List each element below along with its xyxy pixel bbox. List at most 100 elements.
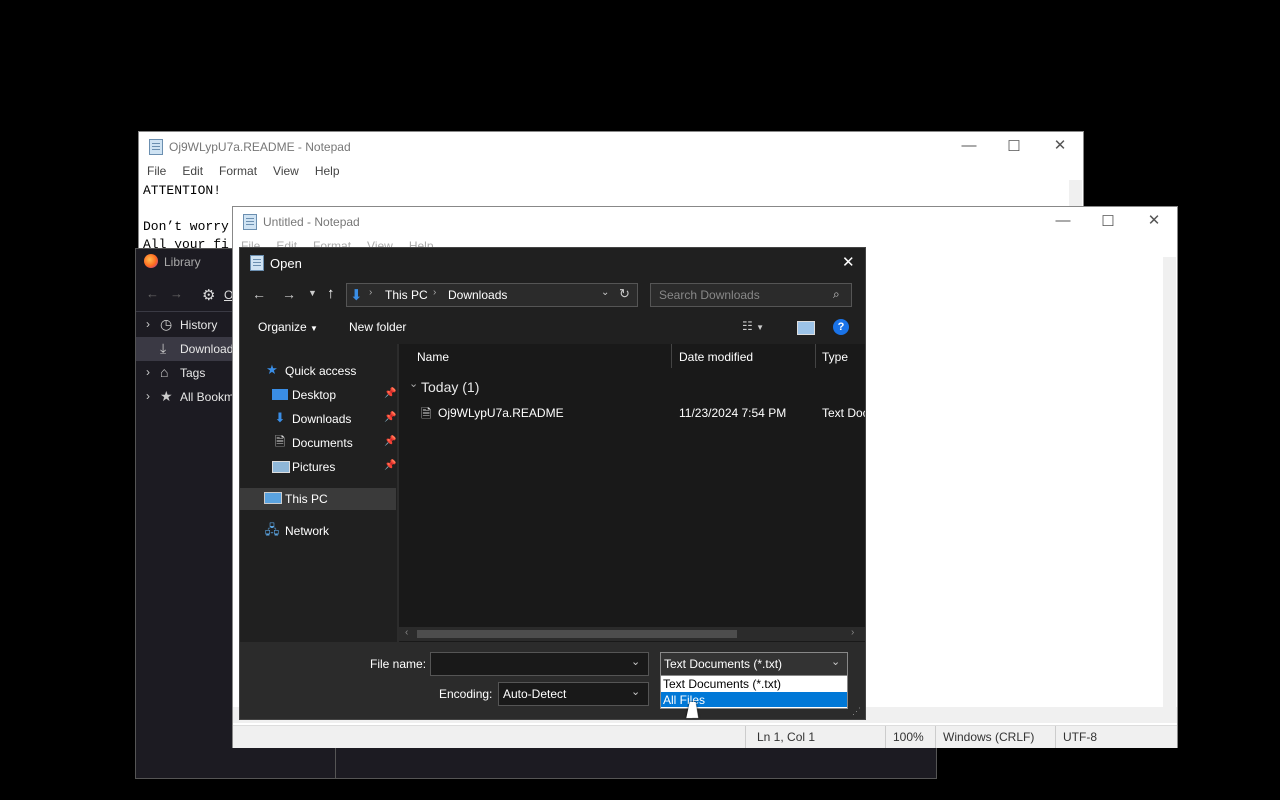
nav-quick-access[interactable]: ★ Quick access — [240, 360, 396, 382]
pin-icon: 📌 — [384, 460, 397, 471]
chevron-down-icon[interactable]: ⌄ — [631, 655, 640, 668]
file-list: Name Date modified Type ⌄ Today (1) 🗎 Oj… — [399, 344, 865, 642]
nav-network[interactable]: 🖧 Network — [240, 520, 396, 542]
library-item-label: Download — [180, 342, 234, 356]
file-name: Oj9WLypU7a.README — [438, 406, 564, 420]
file-name-input[interactable]: ⌄ — [430, 652, 649, 676]
firefox-icon — [144, 254, 158, 268]
open-dialog: Open ✕ ← → ▼ ↑ ⬇ › This PC › Downloads ⌄… — [239, 247, 866, 720]
close-icon[interactable]: ✕ — [1139, 211, 1169, 229]
desktop-icon — [272, 389, 288, 400]
pin-icon: 📌 — [384, 436, 397, 447]
download-icon: ⤓ — [160, 340, 167, 356]
nav-label: Quick access — [285, 364, 357, 378]
encoding-select[interactable]: Auto-Detect ⌄ — [498, 682, 649, 706]
file-type-option[interactable]: Text Documents (*.txt) — [661, 676, 847, 691]
status-zoom: 100% — [893, 730, 924, 744]
view-options-icon[interactable]: ☷ ▼ — [742, 319, 764, 333]
text-line: Don’t worry — [143, 219, 229, 234]
chevron-down-icon[interactable]: ⌄ — [601, 287, 609, 298]
column-header-name[interactable]: Name — [417, 350, 449, 364]
download-icon: ⬇ — [274, 410, 286, 425]
search-input[interactable]: Search Downloads — [659, 288, 760, 302]
column-header-type[interactable]: Type — [822, 350, 848, 364]
file-type: Text Doc — [822, 406, 865, 420]
computer-icon — [264, 492, 282, 504]
minimize-icon[interactable]: — — [954, 137, 984, 154]
chevron-right-icon: › — [369, 287, 373, 298]
scroll-right-icon[interactable]: › — [851, 627, 854, 638]
chevron-right-icon[interactable]: › — [146, 365, 150, 379]
close-icon[interactable]: ✕ — [1045, 136, 1075, 154]
menu-view[interactable]: View — [273, 164, 299, 178]
scrollbar-thumb[interactable] — [417, 630, 737, 638]
forward-icon[interactable]: → — [282, 286, 296, 302]
network-icon: 🖧 — [264, 522, 280, 537]
nav-documents[interactable]: 🗎 Documents 📌 — [240, 432, 397, 454]
notepad-icon — [149, 139, 163, 155]
pin-icon: 📌 — [384, 412, 397, 423]
tag-icon: ⌂ — [160, 364, 169, 380]
status-divider — [885, 726, 886, 748]
address-bar[interactable]: ⬇ › This PC › Downloads ⌄ ↻ — [346, 283, 638, 307]
menu-help[interactable]: Help — [315, 164, 340, 178]
library-item-all-bookmarks[interactable]: › ★ All Bookm — [136, 385, 236, 409]
close-icon[interactable]: ✕ — [842, 253, 855, 271]
menu-format[interactable]: Format — [219, 164, 257, 178]
preview-pane-icon[interactable] — [797, 321, 815, 335]
breadcrumb-this-pc[interactable]: This PC — [385, 288, 428, 302]
window-title: Oj9WLypU7a.README - Notepad — [169, 140, 351, 154]
back-icon[interactable]: ← — [146, 286, 159, 301]
status-bar: Ln 1, Col 1 100% Windows (CRLF) UTF-8 — [233, 725, 1177, 748]
downloads-icon: ⬇ — [350, 287, 363, 304]
menu-file[interactable]: File — [147, 164, 166, 178]
breadcrumb-downloads[interactable]: Downloads — [448, 288, 507, 302]
file-type-selected: Text Documents (*.txt) — [664, 657, 783, 671]
refresh-icon[interactable]: ↻ — [619, 286, 630, 302]
library-item-label: Tags — [180, 366, 206, 380]
nav-desktop[interactable]: Desktop 📌 — [240, 384, 396, 406]
maximize-icon[interactable]: ☐ — [999, 137, 1029, 155]
nav-label: Network — [285, 524, 330, 538]
encoding-value: Auto-Detect — [503, 687, 567, 701]
help-icon[interactable]: ? — [833, 319, 849, 335]
chevron-right-icon[interactable]: › — [146, 389, 150, 403]
nav-this-pc[interactable]: This PC — [240, 488, 396, 510]
maximize-icon[interactable]: ☐ — [1093, 212, 1123, 230]
minimize-icon[interactable]: — — [1048, 212, 1078, 229]
up-icon[interactable]: ↑ — [327, 285, 335, 302]
search-box[interactable]: Search Downloads ⌕ — [650, 283, 852, 307]
horizontal-scrollbar[interactable]: ‹ › — [399, 627, 865, 641]
forward-icon[interactable]: → — [170, 286, 183, 301]
nav-pictures[interactable]: Pictures 📌 — [240, 456, 396, 478]
column-divider[interactable] — [671, 344, 672, 368]
organize-button[interactable]: Organize ▼ — [258, 320, 318, 334]
chevron-down-icon[interactable]: ⌄ — [631, 685, 640, 698]
chevron-down-icon[interactable]: ⌄ — [831, 655, 840, 668]
gear-icon[interactable]: ⚙ — [202, 286, 215, 304]
column-divider[interactable] — [815, 344, 816, 368]
document-icon: 🗎 — [274, 434, 286, 449]
pin-icon: 📌 — [384, 388, 397, 399]
vertical-scrollbar[interactable] — [1163, 257, 1176, 707]
nav-label: Downloads — [292, 412, 352, 426]
file-row[interactable]: 🗎 Oj9WLypU7a.README 11/23/2024 7:54 PM T… — [399, 402, 865, 424]
group-header[interactable]: Today (1) — [421, 379, 479, 395]
chevron-right-icon[interactable]: › — [146, 317, 150, 331]
nav-downloads[interactable]: ⬇ Downloads 📌 — [240, 408, 397, 430]
chevron-down-icon[interactable]: ⌄ — [409, 377, 418, 390]
column-header-date[interactable]: Date modified — [679, 350, 753, 364]
nav-label: Pictures — [292, 460, 336, 474]
menu-edit[interactable]: Edit — [182, 164, 203, 178]
back-icon[interactable]: ← — [252, 286, 266, 302]
library-item-history[interactable]: › ◷ History — [136, 313, 236, 337]
new-folder-button[interactable]: New folder — [349, 320, 406, 334]
library-item-tags[interactable]: › ⌂ Tags — [136, 361, 236, 385]
menu-bar: File Edit Format View Help — [147, 164, 340, 178]
resize-grip-icon[interactable]: ⋰ — [852, 706, 861, 717]
file-type-select[interactable]: Text Documents (*.txt) ⌄ — [660, 652, 848, 676]
scroll-left-icon[interactable]: ‹ — [405, 627, 408, 638]
library-item-label: All Bookm — [180, 390, 235, 404]
recent-locations-icon[interactable]: ▼ — [308, 288, 317, 298]
library-item-downloads[interactable]: ⤓ Download — [136, 337, 236, 361]
